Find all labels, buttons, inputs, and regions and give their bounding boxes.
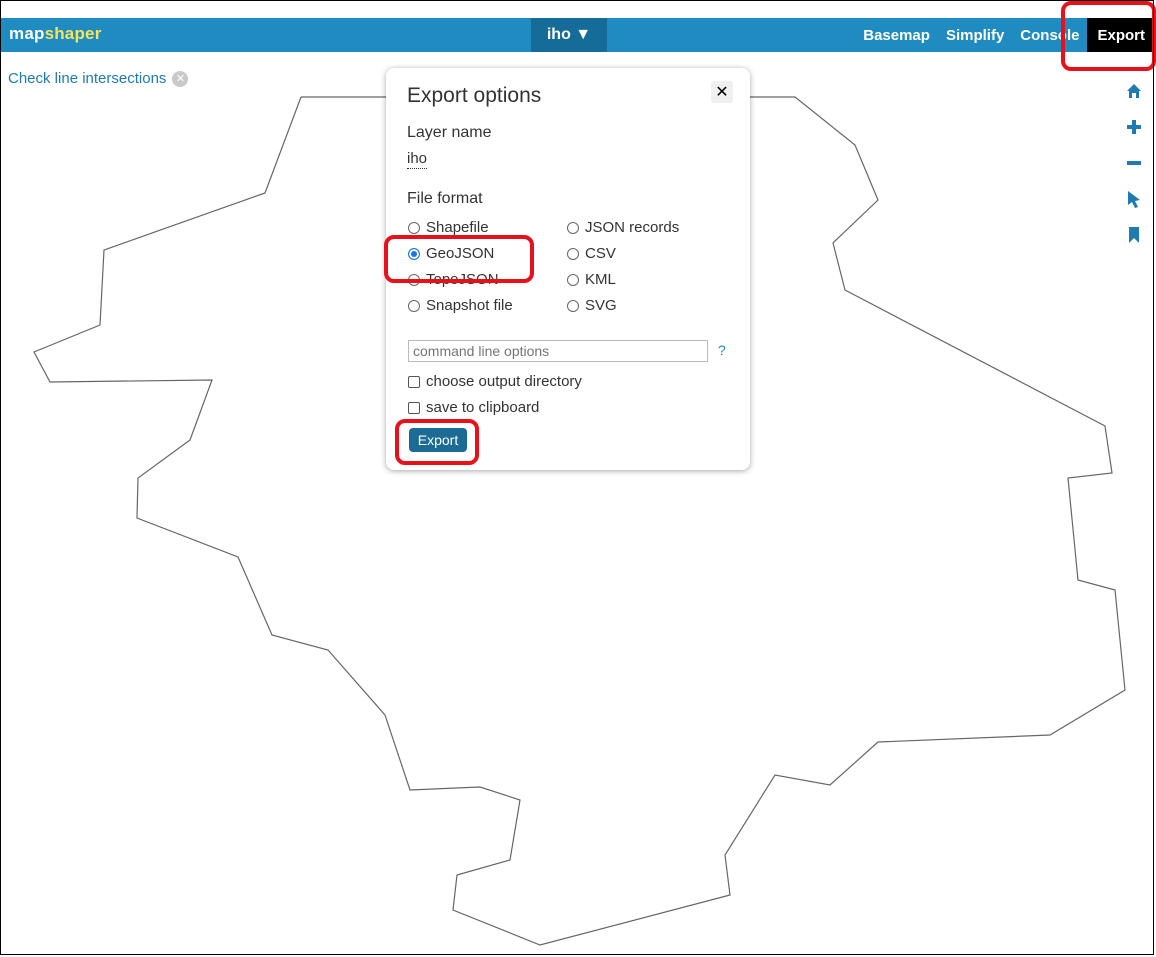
format-kml[interactable]: KML (567, 271, 616, 288)
app-logo[interactable]: mapshaper (9, 24, 102, 44)
format-csv[interactable]: CSV (567, 245, 616, 262)
radio-icon (408, 299, 420, 312)
main-menu: Basemap Simplify Console Export (855, 18, 1155, 52)
export-button[interactable]: Export (409, 428, 467, 452)
checkbox-icon (408, 401, 420, 414)
menu-simplify[interactable]: Simplify (938, 27, 1012, 44)
radio-icon (567, 299, 579, 312)
command-line-options-input[interactable] (408, 340, 708, 362)
menu-basemap[interactable]: Basemap (855, 27, 938, 44)
line-intersection-message: Check line intersections ✕ (8, 70, 189, 87)
close-icon[interactable]: ✕ (711, 81, 733, 103)
zoom-in-icon[interactable] (1123, 116, 1145, 138)
format-geojson[interactable]: GeoJSON (408, 245, 494, 262)
format-shapefile[interactable]: Shapefile (408, 219, 489, 236)
top-navbar: mapshaper iho ▼ Basemap Simplify Console… (1, 18, 1155, 52)
format-json-records[interactable]: JSON records (567, 219, 679, 236)
file-format-label: File format (407, 190, 483, 207)
radio-icon (567, 273, 579, 286)
layer-name-field[interactable]: iho (407, 150, 428, 169)
export-options-dialog: Export options ✕ Layer name iho File for… (386, 68, 750, 470)
help-link[interactable]: ? (718, 342, 726, 358)
pointer-icon[interactable] (1123, 188, 1145, 210)
format-svg[interactable]: SVG (567, 297, 617, 314)
home-icon[interactable] (1123, 80, 1145, 102)
map-tools (1123, 80, 1145, 260)
dialog-title: Export options (407, 84, 542, 107)
message-text[interactable]: Check line intersections (8, 70, 166, 87)
format-topojson[interactable]: TopoJSON (408, 271, 499, 288)
radio-icon (567, 221, 579, 234)
format-snapshot[interactable]: Snapshot file (408, 297, 513, 314)
checkbox-icon (408, 375, 420, 388)
radio-selected-icon (408, 247, 420, 260)
layer-name-label: Layer name (407, 124, 492, 141)
choose-output-directory-checkbox[interactable]: choose output directory (408, 373, 582, 390)
radio-icon (408, 273, 420, 286)
menu-export[interactable]: Export (1087, 18, 1155, 52)
close-circle-icon[interactable]: ✕ (172, 70, 189, 87)
radio-icon (567, 247, 579, 260)
save-to-clipboard-checkbox[interactable]: save to clipboard (408, 399, 539, 416)
menu-console[interactable]: Console (1012, 27, 1087, 44)
zoom-out-icon[interactable] (1123, 152, 1145, 174)
bookmark-icon[interactable] (1123, 224, 1145, 246)
radio-icon (408, 221, 420, 234)
layer-menu-button[interactable]: iho ▼ (531, 18, 607, 52)
